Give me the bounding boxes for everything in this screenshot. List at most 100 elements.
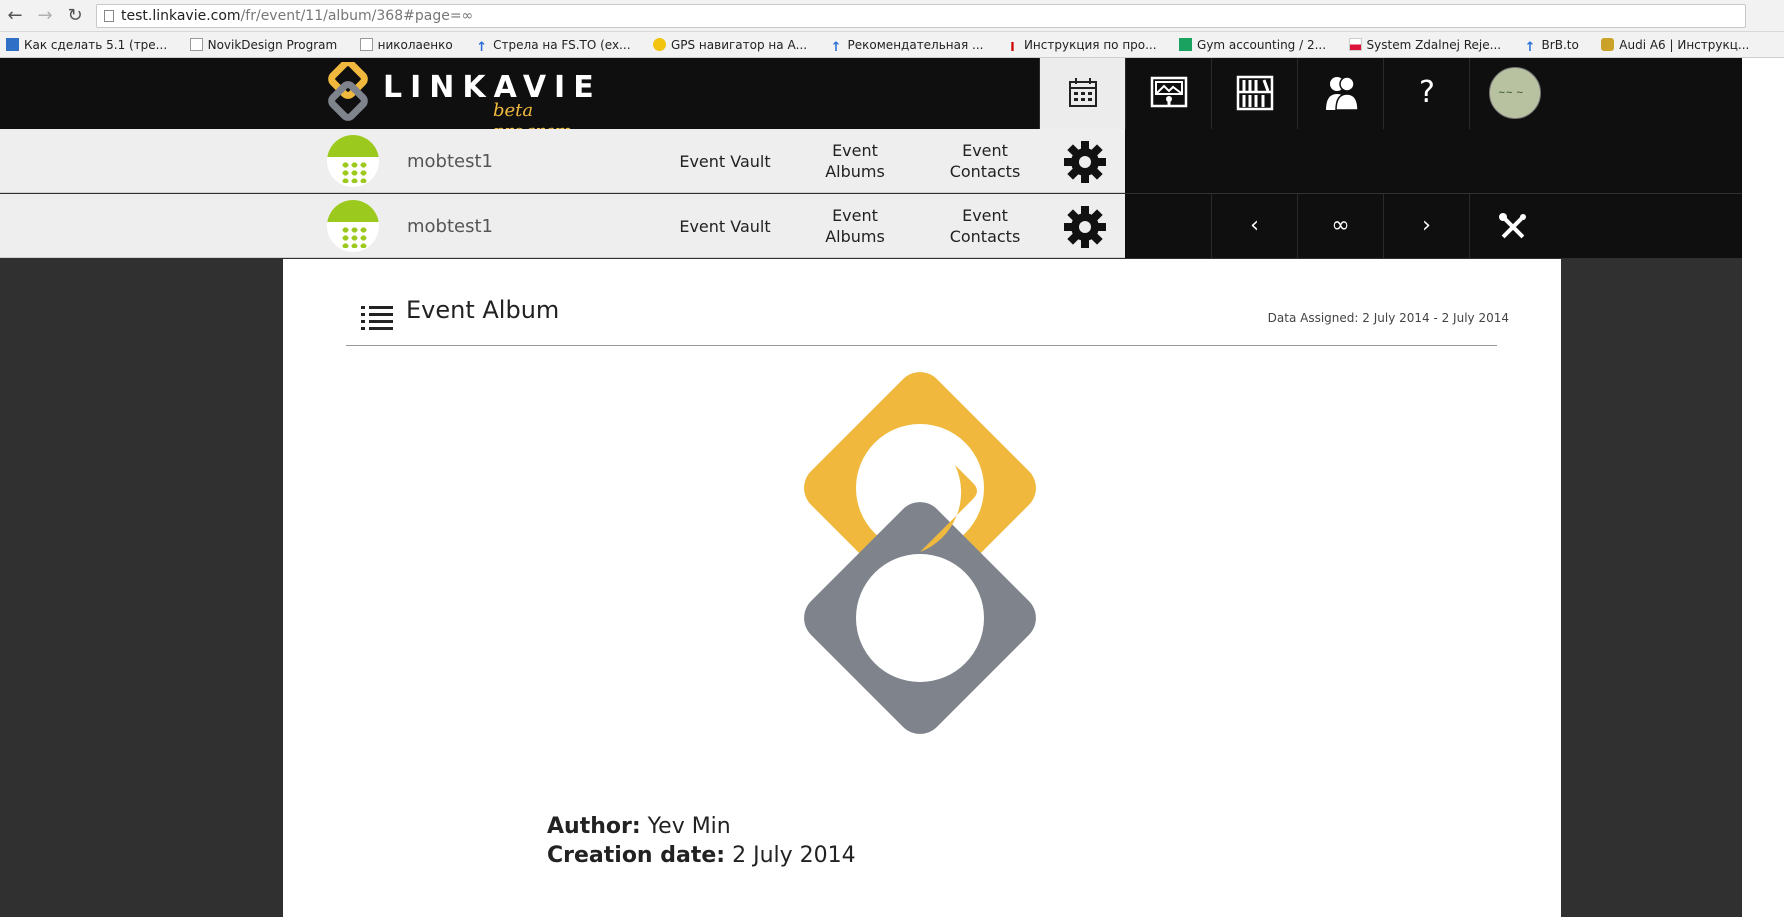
calendar-icon [1069,78,1097,107]
profile-nav-button[interactable]: ~~ ~ [1469,58,1555,129]
back-arrow-icon[interactable]: ← [4,5,26,27]
contacts-nav-button[interactable] [1297,58,1383,129]
bookmark-label: BrB.to [1541,38,1579,52]
author-value: Yev Min [647,814,731,839]
next-page-button[interactable]: › [1383,194,1469,258]
page-title: Event Album [406,296,560,324]
creation-date-label: Creation date: [547,843,726,868]
bookmark-item[interactable]: Gym accounting / 2... [1173,32,1327,57]
event-contacts-link[interactable]: Event Contacts [930,194,1040,258]
bookmark-label: Gym accounting / 2... [1197,38,1327,52]
i-icon: Ι [1010,40,1015,54]
bookmark-item[interactable]: System Zdalnej Reje... [1343,32,1502,57]
album-content: Event Album Data Assigned: 2 July 2014 -… [283,259,1561,917]
browser-toolbar: ← → ↻ test.linkavie.com/fr/event/11/albu… [0,0,1784,32]
page-icon [189,38,203,51]
data-assigned-range: Data Assigned: 2 July 2014 - 2 July 2014 [1267,311,1509,325]
reload-icon[interactable]: ↻ [64,5,86,27]
bookmark-label: Инструкция по про... [1023,38,1157,52]
prev-page-button[interactable]: ‹ [1211,194,1297,258]
blue-square-icon [6,38,19,51]
wrench-screwdriver-icon [1498,213,1526,239]
blue-arrow-icon: ↑ [1524,40,1536,55]
calendar-nav-button[interactable] [1039,58,1125,129]
event-vault-link[interactable]: Event Vault [670,194,780,258]
bookmark-item[interactable]: ↑ Рекомендательная ... [824,32,984,57]
gear-icon[interactable] [1062,139,1108,190]
event-subbar-sticky: mobtest1 Event Vault Event Albums Event … [0,194,1125,258]
avatar-dots [341,161,367,183]
creation-date-value: 2 July 2014 [732,843,856,868]
bookmark-label: николаенко [377,38,453,52]
blue-arrow-icon: ↑ [830,40,842,55]
event-vault-link[interactable]: Event Vault [670,129,780,193]
avatar-cap [327,135,379,157]
event-albums-link[interactable]: Event Albums [800,194,910,258]
help-icon: ? [1419,75,1435,110]
bookmark-item[interactable]: NovikDesign Program [184,32,338,57]
linkavie-logo[interactable]: LINKAVIE beta program [325,60,595,142]
bookmark-label: Как сделать 5.1 (тре... [24,38,168,52]
bookmark-label: System Zdalnej Reje... [1366,38,1502,52]
flag-icon [1348,38,1362,51]
bookmark-label: Рекомендательная ... [847,38,984,52]
bookmark-item[interactable]: Audi A6 | Инструкц... [1595,32,1750,57]
creation-date-line: Creation date: 2 July 2014 [547,843,856,868]
bookmark-label: Стрела на FS.TO (ex... [493,38,631,52]
event-avatar[interactable] [327,200,379,252]
signature-scrawl-icon: ~~ ~ [1498,88,1524,98]
people-icon [1326,76,1359,111]
forward-arrow-icon[interactable]: → [34,5,56,27]
gear-icon[interactable] [1062,204,1108,255]
bookmarks-bar: Как сделать 5.1 (тре... NovikDesign Prog… [0,32,1784,58]
author-label: Author: [547,814,641,839]
bookmark-label: NovikDesign Program [207,38,338,52]
logo-mark-icon [328,62,368,121]
blue-arrow-icon: ↑ [476,40,488,55]
url-text: test.linkavie.com/fr/event/11/album/368#… [121,8,473,24]
yellow-pin-icon [652,38,666,51]
photo-lock-icon [1150,76,1188,108]
tools-button[interactable] [1469,194,1555,258]
event-avatar[interactable] [327,135,379,187]
event-username[interactable]: mobtest1 [407,151,493,172]
chevron-left-icon: ‹ [1250,213,1259,238]
bookmark-item[interactable]: Как сделать 5.1 (тре... [0,32,168,57]
avatar: ~~ ~ [1489,67,1541,119]
page-icon [104,10,114,22]
bookmark-item[interactable]: николаенко [354,32,453,57]
event-contacts-link[interactable]: Event Contacts [930,129,1040,193]
bookmark-label: GPS навигатор на А... [670,38,808,52]
url-path: /fr/event/11/album/368#page=∞ [240,8,474,24]
album-cover-image [804,372,1036,734]
avatar-cap [327,200,379,222]
car-icon [1601,38,1615,51]
event-username[interactable]: mobtest1 [407,216,493,237]
page-icon [359,38,373,51]
pager-bar: ‹ ∞ › [1125,194,1742,258]
event-albums-link[interactable]: Event Albums [800,129,910,193]
bookshelf-icon [1236,75,1274,111]
event-subbar: mobtest1 Event Vault Event Albums Event … [0,129,1125,193]
author-line: Author: Yev Min [547,814,731,839]
albums-nav-button[interactable] [1211,58,1297,129]
list-icon[interactable] [361,304,393,335]
bookmark-item[interactable]: Ι Инструкция по про... [1000,32,1157,57]
address-bar[interactable]: test.linkavie.com/fr/event/11/album/368#… [96,4,1746,28]
page-edge [1742,58,1784,759]
url-host: test.linkavie.com [121,8,241,24]
vault-nav-button[interactable] [1125,58,1211,129]
page-edge-bottom [1742,759,1784,917]
divider [346,345,1497,346]
help-nav-button[interactable]: ? [1383,58,1469,129]
bookmark-item[interactable]: GPS навигатор на А... [647,32,808,57]
avatar-dots [341,226,367,248]
subbar-dark-area [1125,129,1742,193]
bookmark-item[interactable]: ↑ Стрела на FS.TO (ex... [469,32,631,57]
chevron-right-icon: › [1422,213,1431,238]
bookmark-item[interactable]: ↑ BrB.to [1518,32,1579,57]
sheets-icon [1179,38,1193,51]
infinity-icon: ∞ [1331,213,1350,238]
page-indicator[interactable]: ∞ [1297,194,1383,258]
bookmark-label: Audi A6 | Инструкц... [1619,38,1750,52]
